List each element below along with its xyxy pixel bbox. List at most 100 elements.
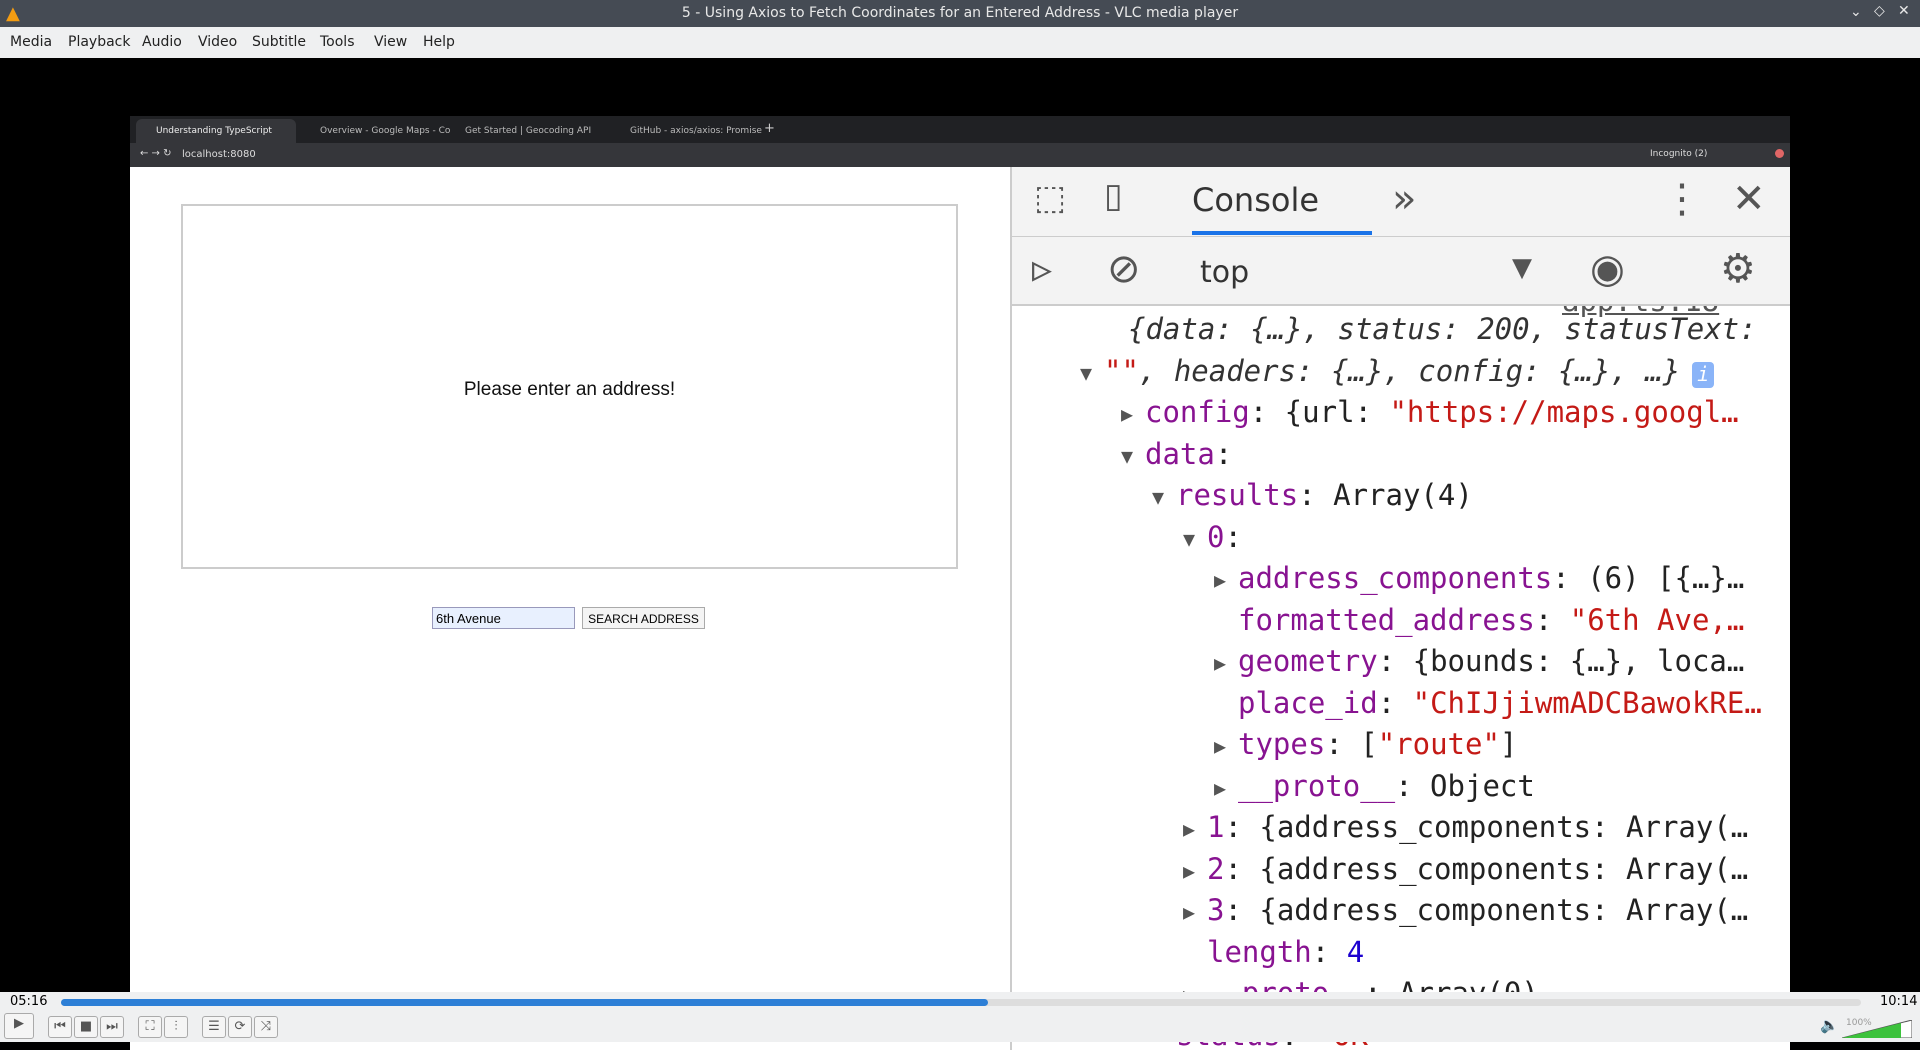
close-button[interactable]: ✕ (1898, 3, 1910, 19)
sidebar-toggle-icon[interactable]: ▹ (1032, 249, 1052, 289)
console-token: 1 (1207, 810, 1224, 844)
console-line[interactable]: ▼results: Array(4) (1152, 478, 1473, 512)
play-button[interactable]: ▶ (4, 1013, 34, 1039)
console-token: 0 (1207, 520, 1224, 554)
search-address-button[interactable]: SEARCH ADDRESS (582, 607, 705, 629)
console-token: : {address_components: Array(… (1224, 810, 1748, 844)
collapse-triangle-icon[interactable]: ▼ (1080, 361, 1104, 385)
console-token: {data: {…}, status: (1128, 312, 1477, 346)
console-token: : (1378, 686, 1413, 720)
menu-audio[interactable]: Audio (142, 34, 182, 50)
expand-triangle-icon[interactable]: ▶ (1183, 859, 1207, 883)
menu-tools[interactable]: Tools (320, 34, 355, 50)
stop-button[interactable]: ■ (74, 1016, 98, 1038)
close-devtools-icon[interactable]: ✕ (1732, 179, 1766, 219)
console-token: : [ (1325, 727, 1377, 761)
nav-icons: ← → ↻ (140, 148, 172, 159)
console-line: formatted_address: "6th Ave,… (1214, 603, 1744, 637)
collapse-triangle-icon[interactable]: ▼ (1152, 485, 1176, 509)
device-toolbar-icon[interactable]: ▯ (1104, 179, 1123, 213)
console-line[interactable]: ▶2: {address_components: Array(… (1183, 852, 1748, 886)
web-page: Please enter an address! 6th Avenue SEAR… (130, 167, 1010, 1050)
collapse-triangle-icon[interactable]: ▼ (1121, 444, 1145, 468)
browser-tab: GitHub - axios/axios: Promise (610, 119, 770, 143)
expand-triangle-icon[interactable]: ▶ (1183, 817, 1207, 841)
loop-button[interactable]: ⟳ (228, 1016, 252, 1038)
menu-playback[interactable]: Playback (68, 34, 130, 50)
fullscreen-button[interactable]: ⛶ (138, 1016, 162, 1038)
console-token: : {bounds: {…}, loca… (1378, 644, 1745, 678)
console-token: config (1145, 395, 1250, 429)
shuffle-button[interactable]: ⤨ (254, 1016, 278, 1038)
settings-gear-icon[interactable]: ⚙ (1720, 249, 1756, 289)
dropdown-arrow-icon[interactable]: ▼ (1512, 255, 1532, 281)
console-line[interactable]: ▶geometry: {bounds: {…}, loca… (1214, 644, 1744, 678)
menu-view[interactable]: View (374, 34, 407, 50)
console-line[interactable]: ▼data: (1121, 437, 1232, 471)
console-token: : Array(4) (1298, 478, 1473, 512)
expand-triangle-icon[interactable]: ▶ (1183, 900, 1207, 924)
expand-triangle-icon[interactable]: ▶ (1214, 651, 1238, 675)
console-token: : {url: (1250, 395, 1390, 429)
expand-triangle-icon[interactable]: ▶ (1214, 734, 1238, 758)
console-line: place_id: "ChIJjiwmADCBawokRE… (1214, 686, 1762, 720)
console-line[interactable]: ▶types: ["route"] (1214, 727, 1517, 761)
seek-bar[interactable] (61, 999, 1861, 1006)
console-line[interactable]: ▼0: (1183, 520, 1242, 554)
window-title: 5 - Using Axios to Fetch Coordinates for… (0, 5, 1920, 21)
map-message: Please enter an address! (183, 379, 956, 401)
expand-triangle-icon[interactable] (1214, 693, 1238, 717)
profile-label: Incognito (2) (1650, 149, 1707, 159)
minimize-button[interactable]: ⌄ (1850, 4, 1862, 20)
video-area[interactable]: Understanding TypeScript Overview - Goog… (0, 58, 1920, 992)
context-select[interactable]: top (1200, 255, 1249, 290)
console-token: results (1176, 478, 1298, 512)
tab-console[interactable]: Console (1192, 181, 1319, 219)
more-options-icon[interactable]: ⋮ (1662, 179, 1702, 219)
console-token: 4 (1347, 935, 1364, 969)
console-token: "" (1104, 354, 1139, 388)
console-token: length (1207, 935, 1312, 969)
menu-subtitle[interactable]: Subtitle (252, 34, 306, 50)
collapse-triangle-icon[interactable]: ▼ (1183, 527, 1207, 551)
console-line[interactable]: ▶3: {address_components: Array(… (1183, 893, 1748, 927)
address-bar: ← → ↻ localhost:8080 Incognito (2) (130, 143, 1790, 167)
browser-tab: Get Started | Geocoding API (445, 119, 605, 143)
menu-video[interactable]: Video (198, 34, 237, 50)
volume-speaker-icon[interactable]: 🔈 (1820, 1016, 1839, 1034)
address-input[interactable]: 6th Avenue (432, 607, 575, 629)
console-line[interactable]: ▶config: {url: "https://maps.googl… (1121, 395, 1739, 429)
console-line[interactable]: ▶address_components: (6) [{…}… (1214, 561, 1744, 595)
console-token: : {address_components: Array(… (1224, 852, 1748, 886)
playlist-button[interactable]: ☰ (202, 1016, 226, 1038)
menu-media[interactable]: Media (10, 34, 52, 50)
console-token: 2 (1207, 852, 1224, 886)
console-line[interactable]: ▼"", headers: {…}, config: {…}, …}i (1080, 354, 1714, 388)
console-token: data (1145, 437, 1215, 471)
console-line: length: 4 (1183, 935, 1364, 969)
expand-triangle-icon[interactable]: ▶ (1121, 402, 1145, 426)
browser-tabs: Understanding TypeScript Overview - Goog… (130, 116, 1790, 143)
console-token: address_components (1238, 561, 1552, 595)
clear-console-icon[interactable]: ⊘ (1107, 249, 1141, 289)
inspect-element-icon[interactable]: ⬚ (1034, 181, 1066, 215)
expand-triangle-icon[interactable]: ▶ (1214, 776, 1238, 800)
previous-button[interactable]: ⏮ (48, 1016, 72, 1038)
info-icon[interactable]: i (1692, 362, 1714, 388)
elapsed-time: 05:16 (10, 994, 47, 1009)
volume-slider[interactable] (1842, 1020, 1912, 1038)
more-tabs-icon[interactable]: » (1392, 179, 1416, 219)
console-line[interactable]: ▶1: {address_components: Array(… (1183, 810, 1748, 844)
console-line[interactable]: ▶__proto__: Object (1214, 769, 1535, 803)
console-token: : (1535, 603, 1570, 637)
expand-triangle-icon[interactable]: ▶ (1214, 568, 1238, 592)
next-button[interactable]: ⏭ (100, 1016, 124, 1038)
expand-triangle-icon[interactable] (1214, 610, 1238, 634)
extended-settings-button[interactable]: ⫶ (164, 1016, 188, 1038)
maximize-button[interactable]: ◇ (1874, 3, 1885, 19)
live-expression-eye-icon[interactable]: ◉ (1590, 249, 1625, 289)
menu-bar: Media Playback Audio Video Subtitle Tool… (0, 27, 1920, 58)
expand-triangle-icon[interactable] (1183, 942, 1207, 966)
console-line: {data: {…}, status: 200, statusText: (1104, 312, 1757, 346)
menu-help[interactable]: Help (423, 34, 455, 50)
